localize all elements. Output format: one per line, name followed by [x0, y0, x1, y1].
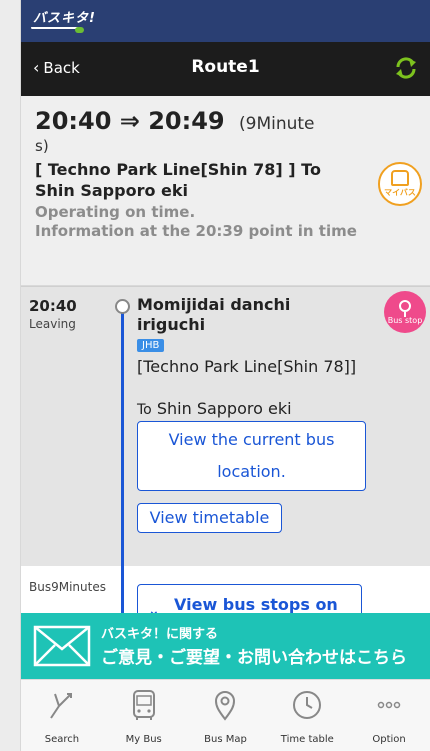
info-timestamp: Information at the 20:39 point in time — [35, 222, 357, 240]
destination: To Shin Sapporo eki — [137, 399, 292, 418]
stop-detail: 20:40 Leaving Momijidai danchi iriguchi … — [21, 286, 430, 713]
clock-icon — [293, 691, 322, 719]
bus-icon — [391, 170, 409, 186]
my-bus-icon — [132, 690, 155, 720]
tab-label: Time table — [280, 734, 334, 745]
line-detail: [Techno Park Line[Shin 78]] — [137, 357, 357, 376]
tab-time-table[interactable]: Time table — [266, 680, 348, 751]
my-bus-add-button[interactable]: マイバス — [378, 162, 422, 206]
feedback-banner[interactable]: バスキタ！に関する ご意見・ご要望・お問い合わせはこちら — [21, 613, 430, 679]
stop-name: Momijidai danchi iriguchi — [137, 295, 291, 334]
depart-time: 20:40 — [35, 107, 112, 135]
refresh-icon[interactable] — [392, 54, 420, 82]
logo-swoosh — [31, 27, 81, 31]
tab-option[interactable]: Option — [348, 680, 430, 751]
timeline-dot — [115, 299, 130, 314]
destination-name: Shin Sapporo eki — [156, 399, 292, 418]
view-bus-location-button[interactable]: View the current bus location. — [137, 421, 366, 491]
logo-dot — [75, 27, 84, 33]
mail-icon — [33, 625, 91, 667]
banner-line2: ご意見・ご要望・お問い合わせはこちら — [101, 648, 407, 668]
stop-time: 20:40 — [29, 297, 77, 315]
bus-stop-button[interactable]: Bus stop — [384, 291, 426, 333]
line-name: [ Techno Park Line[Shin 78] ] To Shin Sa… — [35, 160, 321, 200]
app-logo: バスキタ! — [33, 11, 96, 26]
route-duration-tail: s) — [35, 137, 49, 155]
route-summary: 20:40 ⇒ 20:49 (9Minute s) [ Techno Park … — [21, 96, 430, 286]
arrive-time: 20:49 — [148, 107, 225, 135]
arrow-symbol: ⇒ — [119, 107, 140, 135]
more-icon — [377, 701, 401, 709]
stop-leaving-label: Leaving — [29, 317, 76, 331]
tab-label: Bus Map — [204, 734, 247, 745]
tab-bus-map[interactable]: Bus Map — [185, 680, 267, 751]
nav-bar: ‹ Back Route1 — [21, 42, 430, 96]
to-prefix: To — [137, 402, 152, 418]
bus-stop-label: Bus stop — [387, 315, 423, 325]
tab-my-bus[interactable]: My Bus — [103, 680, 185, 751]
tab-label: Search — [44, 734, 80, 745]
view-bus-stops-label: View bus stops on — [174, 595, 338, 614]
route-duration: (9Minute — [239, 114, 315, 134]
route-times: 20:40 ⇒ 20:49 (9Minute — [35, 106, 420, 139]
view-timetable-button[interactable]: View timetable — [137, 503, 282, 533]
tab-label: My Bus — [125, 734, 162, 745]
map-pin-icon — [215, 691, 236, 721]
search-route-icon — [50, 693, 72, 719]
bus-stop-icon — [399, 299, 411, 317]
brand-bar: バスキタ! — [21, 0, 430, 42]
operation-status: Operating on time. — [35, 203, 196, 221]
bus-duration: Bus9Minutes — [29, 580, 106, 594]
tab-label: Option — [372, 734, 406, 745]
app-frame: バスキタ! ‹ Back Route1 20:40 ⇒ 20:49 (9Minu… — [20, 0, 430, 751]
operator-badge: JHB — [137, 339, 165, 352]
my-bus-label: マイバス — [384, 188, 416, 197]
banner-line1: バスキタ！に関する — [101, 627, 219, 642]
tab-search[interactable]: Search — [21, 680, 103, 751]
tab-bar: Search My Bus Bus Map Time table Option — [21, 679, 430, 751]
page-title: Route1 — [191, 57, 260, 77]
